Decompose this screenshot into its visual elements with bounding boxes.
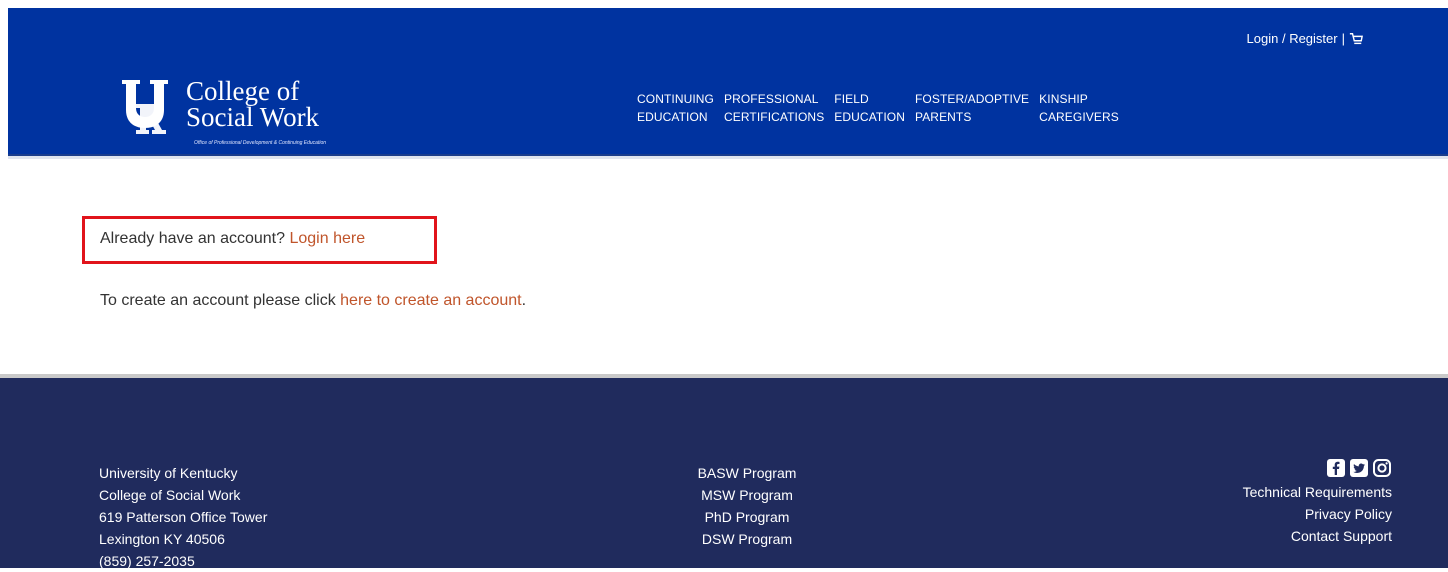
cart-icon[interactable]: [1349, 32, 1363, 46]
phd-program-link[interactable]: PhD Program: [660, 506, 834, 528]
nav-label-line1: KINSHIP: [1039, 92, 1088, 106]
nav-field-education[interactable]: FIELD EDUCATION: [834, 90, 905, 126]
logo-subtitle: Office of Professional Development & Con…: [194, 140, 327, 146]
utility-nav: Login / Register |: [1247, 31, 1363, 46]
address-line: Lexington KY 40506: [99, 531, 225, 547]
logo-subtitle-wrap: Office of Professional Development & Con…: [118, 134, 326, 146]
college-logo[interactable]: College of Social Work: [118, 78, 319, 136]
uk-logo-icon: [122, 80, 168, 134]
footer-programs: BASW Program MSW Program PhD Program DSW…: [660, 462, 834, 550]
dsw-program-link[interactable]: DSW Program: [660, 528, 834, 550]
contact-support-link[interactable]: Contact Support: [1243, 525, 1392, 547]
site-header: Login / Register | College of Social Wor…: [8, 8, 1448, 154]
create-prompt-text: To create an account please click: [100, 292, 341, 309]
address-line: University of Kentucky: [99, 465, 238, 481]
msw-program-link[interactable]: MSW Program: [660, 484, 834, 506]
basw-program-link[interactable]: BASW Program: [660, 462, 834, 484]
login-here-link[interactable]: Login here: [289, 230, 365, 247]
instagram-icon[interactable]: [1372, 458, 1392, 478]
nav-continuing-education[interactable]: CONTINUING EDUCATION: [637, 90, 714, 126]
nav-label-line1: PROFESSIONAL: [724, 92, 819, 106]
privacy-policy-link[interactable]: Privacy Policy: [1243, 503, 1392, 525]
address-line: 619 Patterson Office Tower: [99, 509, 268, 525]
create-account-link[interactable]: here to create an account: [340, 292, 521, 309]
nav-foster-adoptive-parents[interactable]: FOSTER/ADOPTIVE PARENTS: [915, 90, 1029, 126]
facebook-icon[interactable]: [1326, 458, 1346, 478]
nav-kinship-caregivers[interactable]: KINSHIP CAREGIVERS: [1039, 90, 1119, 126]
login-register-link[interactable]: Login / Register: [1247, 31, 1338, 46]
nav-professional-certifications[interactable]: PROFESSIONAL CERTIFICATIONS: [724, 90, 824, 126]
logo-line1: College of: [186, 76, 300, 106]
address-phone: (859) 257-2035: [99, 553, 195, 569]
footer-address: University of Kentucky College of Social…: [99, 462, 267, 572]
login-prompt-line: Already have an account? Login here: [100, 230, 365, 248]
utility-separator: |: [1341, 31, 1345, 46]
nav-label-line2: CAREGIVERS: [1039, 110, 1119, 124]
nav-label-line1: FOSTER/ADOPTIVE: [914, 92, 1030, 106]
nav-label-line1: FIELD: [834, 92, 869, 106]
twitter-icon[interactable]: [1349, 458, 1369, 478]
main-nav: CONTINUING EDUCATION PROFESSIONAL CERTIF…: [637, 90, 1129, 126]
logo-line2: Social Work: [186, 102, 320, 132]
nav-label-line1: CONTINUING: [637, 92, 714, 106]
social-icons: [1243, 458, 1392, 478]
nav-label-line2: CERTIFICATIONS: [724, 110, 825, 124]
header-divider-light: [8, 156, 1448, 159]
footer-links: Technical Requirements Privacy Policy Co…: [1243, 459, 1392, 547]
nav-label-line2: EDUCATION: [834, 110, 905, 124]
create-suffix: .: [521, 292, 527, 309]
technical-requirements-link[interactable]: Technical Requirements: [1243, 481, 1392, 503]
nav-label-line2: PARENTS: [914, 110, 972, 124]
site-footer: University of Kentucky College of Social…: [0, 378, 1448, 569]
address-line: College of Social Work: [99, 487, 241, 503]
create-account-line: To create an account please click here t…: [100, 292, 526, 310]
top-gap: [0, 0, 1448, 8]
login-prompt-text: Already have an account?: [100, 230, 290, 247]
nav-label-line2: EDUCATION: [637, 110, 708, 124]
